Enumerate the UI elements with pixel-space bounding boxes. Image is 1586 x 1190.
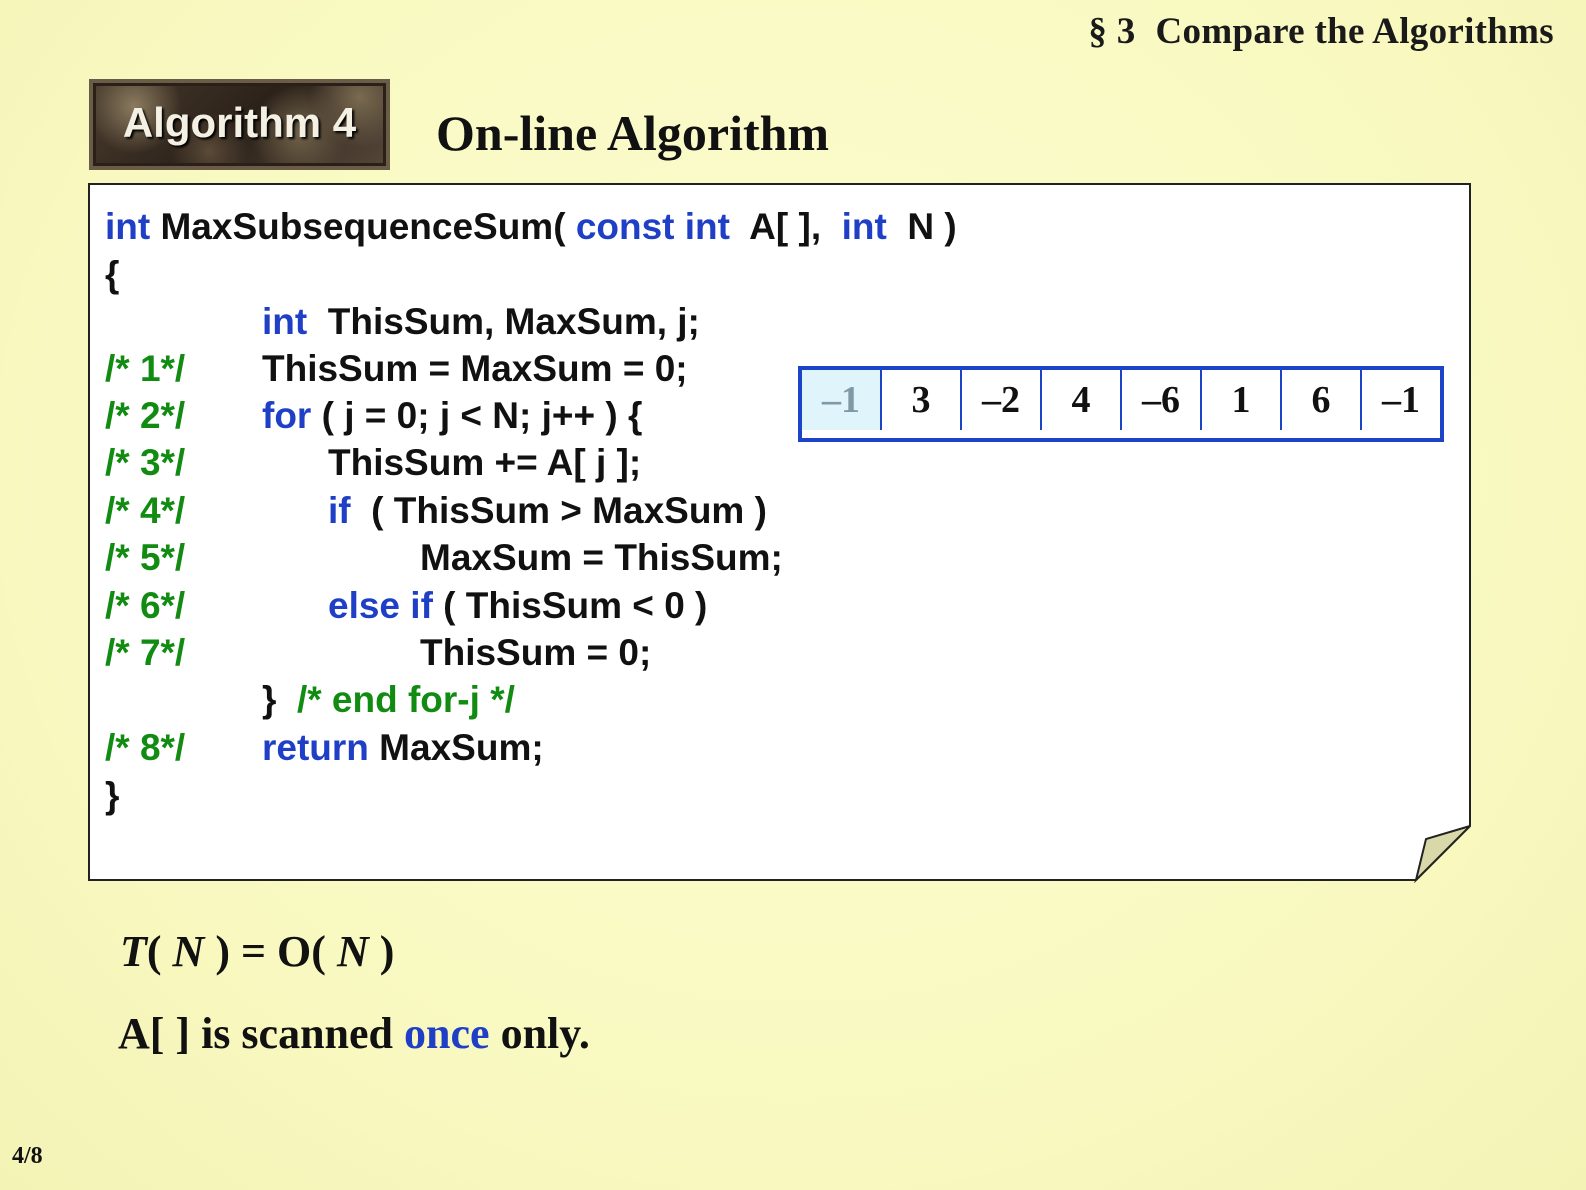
code-line-7: ThisSum = 0; (420, 632, 652, 673)
code-text: MaxSum; (368, 727, 544, 768)
array-cell-current: –1 (802, 370, 880, 430)
array-cell: 4 (1040, 370, 1120, 430)
param-n: N ) (886, 206, 957, 247)
keyword-else-if: else if (328, 585, 433, 626)
array-cell: –6 (1120, 370, 1200, 430)
array-visualization: –1 3 –2 4 –6 1 6 –1 (798, 366, 1444, 442)
end-for-comment: /* end for-j */ (296, 679, 515, 720)
code-text: ( j = 0; j < N; j++ ) { (311, 395, 643, 436)
line-comment-3: /* 3*/ (105, 442, 186, 483)
code-line-5: MaxSum = ThisSum; (420, 537, 783, 578)
complexity-n: N (172, 927, 205, 976)
complexity-text: ( (146, 927, 173, 976)
line-comment-2: /* 2*/ (105, 395, 186, 436)
param-array: A[ ], (729, 206, 842, 247)
time-complexity: T( N ) = O( N ) (120, 926, 394, 977)
line-comment-1: /* 1*/ (105, 348, 186, 389)
complexity-n: N (336, 927, 369, 976)
keyword-int: int (105, 206, 151, 247)
note-highlight: once (404, 1009, 490, 1058)
code-line-declaration: int ThisSum, MaxSum, j; (262, 298, 700, 345)
array-cell: 1 (1200, 370, 1280, 430)
keyword-int: int (841, 206, 887, 247)
code-line-2: for ( j = 0; j < N; j++ ) { (262, 392, 642, 439)
algorithm-badge: Algorithm 4 (89, 79, 390, 170)
array-cell: 3 (880, 370, 960, 430)
code-line-6: else if ( ThisSum < 0 ) (328, 582, 707, 629)
slide-heading: On-line Algorithm (436, 105, 830, 161)
line-comment-5: /* 5*/ (105, 537, 186, 578)
code-text: ( ThisSum < 0 ) (432, 585, 708, 626)
complexity-text: ) = O( (204, 927, 337, 976)
code-card: int MaxSubsequenceSum( const int A[ ], i… (88, 183, 1471, 883)
code-line-4: if ( ThisSum > MaxSum ) (328, 487, 767, 534)
keyword-const-int: const int (575, 206, 730, 247)
code-line-3: ThisSum += A[ j ]; (328, 442, 642, 483)
close-brace: } (262, 679, 297, 720)
complexity-text: ) (368, 927, 395, 976)
complexity-t: T (120, 927, 147, 976)
line-comment-6: /* 6*/ (105, 585, 186, 626)
page-number: 4/8 (12, 1143, 43, 1169)
section-number: § 3 (1088, 11, 1136, 52)
code-line-close-brace: } (105, 775, 120, 816)
scan-note: A[ ] is scanned once only. (118, 1008, 590, 1059)
code-text: ( ThisSum > MaxSum ) (350, 490, 767, 531)
algorithm-badge-label: Algorithm 4 (122, 99, 357, 146)
code-line-signature: int MaxSubsequenceSum( const int A[ ], i… (105, 203, 957, 250)
code-line-close-for: } /* end for-j */ (262, 676, 515, 723)
keyword-if: if (328, 490, 351, 531)
line-comment-7: /* 7*/ (105, 632, 186, 673)
section-title: § 3 Compare the Algorithms (1088, 10, 1554, 53)
note-text: A[ ] is scanned (118, 1009, 405, 1058)
array-cell: –1 (1360, 370, 1440, 430)
section-title-text: Compare the Algorithms (1155, 11, 1554, 52)
keyword-int: int (262, 301, 308, 342)
array-cell: 6 (1280, 370, 1360, 430)
code-line-open-brace: { (105, 254, 120, 295)
code-text: ThisSum, MaxSum, j; (307, 301, 700, 342)
code-line-1: ThisSum = MaxSum = 0; (262, 348, 688, 389)
array-cell: –2 (960, 370, 1040, 430)
code-card-background (88, 183, 1471, 883)
code-line-8: return MaxSum; (262, 724, 544, 771)
keyword-return: return (262, 727, 369, 768)
function-name: MaxSubsequenceSum( (150, 206, 576, 247)
line-comment-8: /* 8*/ (105, 727, 186, 768)
note-text: only. (489, 1009, 590, 1058)
keyword-for: for (262, 395, 312, 436)
line-comment-4: /* 4*/ (105, 490, 186, 531)
